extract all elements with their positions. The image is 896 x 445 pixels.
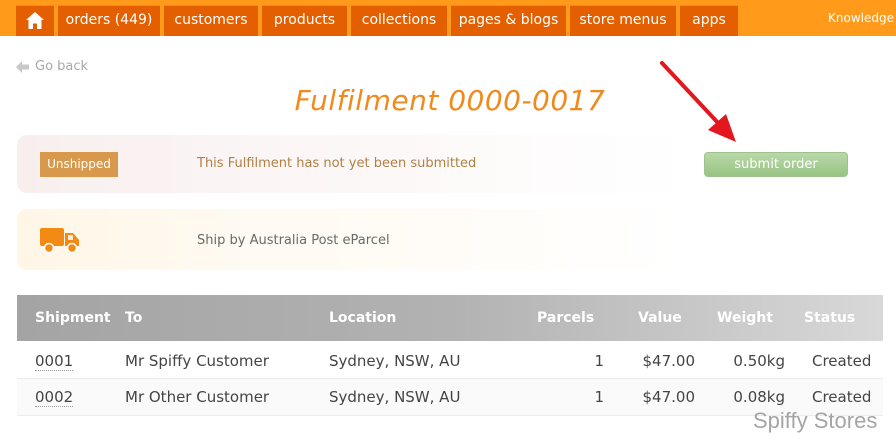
watermark: Spiffy Stores	[753, 408, 878, 433]
nav-tab-store-menus[interactable]: store menus	[570, 5, 676, 36]
header-parcels: Parcels	[537, 310, 595, 326]
status-badge: Unshipped	[40, 152, 118, 177]
header-location: Location	[329, 310, 397, 326]
shipment-link[interactable]: 0001	[35, 352, 74, 371]
truck-icon	[40, 228, 79, 254]
cell-to: Mr Spiffy Customer	[125, 352, 269, 370]
nav-tab-collections[interactable]: collections	[351, 5, 447, 36]
red-pointer-arrow-icon	[660, 61, 736, 142]
shipment-link[interactable]: 0002	[35, 388, 74, 407]
nav-tab-apps[interactable]: apps	[680, 5, 738, 36]
shipping-method: Ship by Australia Post eParcel	[197, 233, 390, 248]
header-shipment: Shipment	[35, 310, 111, 326]
home-button[interactable]	[16, 5, 54, 36]
cell-status: Created	[812, 352, 872, 370]
nav-tab-pages-blogs[interactable]: pages & blogs	[451, 5, 566, 36]
cell-to: Mr Other Customer	[125, 388, 270, 406]
nav-tab-orders[interactable]: orders (449)	[58, 5, 160, 36]
cell-weight: 0.50kg	[733, 352, 785, 370]
cell-weight: 0.08kg	[733, 388, 785, 406]
header-to: To	[125, 310, 143, 326]
header-status: Status	[804, 310, 856, 326]
back-arrow-icon	[16, 61, 29, 73]
page-title: Fulfilment 0000-0017	[294, 84, 606, 117]
cell-location: Sydney, NSW, AU	[329, 352, 461, 370]
header-weight: Weight	[717, 310, 773, 326]
submit-order-button[interactable]: submit order	[704, 152, 848, 177]
cell-value: $47.00	[642, 388, 696, 406]
nav-tab-products[interactable]: products	[262, 5, 347, 36]
cell-status: Created	[812, 388, 872, 406]
home-icon	[26, 12, 44, 29]
cell-location: Sydney, NSW, AU	[329, 388, 461, 406]
status-message: This Fulfilment has not yet been submitt…	[197, 156, 477, 171]
knowledge-base-link[interactable]: Knowledge b	[828, 11, 896, 25]
cell-parcels: 1	[594, 388, 604, 406]
go-back-label: Go back	[35, 59, 89, 74]
header-value: Value	[638, 310, 682, 326]
cell-value: $47.00	[642, 352, 696, 370]
cell-parcels: 1	[594, 352, 604, 370]
nav-tab-customers[interactable]: customers	[164, 5, 258, 36]
